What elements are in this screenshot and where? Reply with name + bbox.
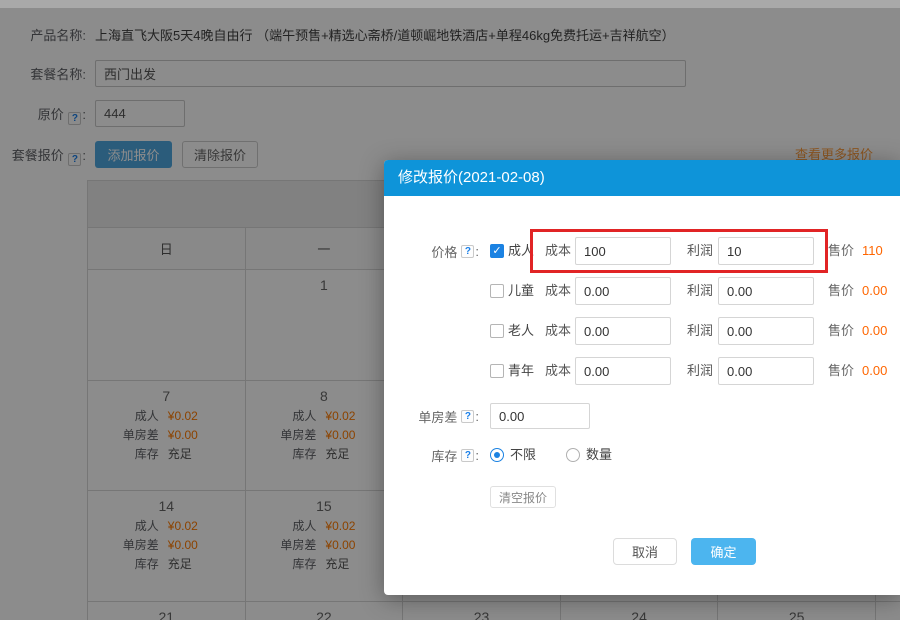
radio-icon[interactable] <box>566 448 580 462</box>
traveler-type-label: 儿童 <box>508 277 534 305</box>
adult-sale-price: 110 <box>862 237 883 265</box>
traveler-type-label: 成人 <box>508 237 534 265</box>
youth-cost-input[interactable] <box>575 357 671 385</box>
price-row-child: 儿童 成本 利润 售价 0.00 <box>384 277 900 305</box>
stock-option-quantity[interactable]: 数量 <box>566 442 612 468</box>
single-diff-label: 单房差?: <box>384 403 479 429</box>
child-cost-input[interactable] <box>575 277 671 305</box>
traveler-type-label: 青年 <box>508 357 534 385</box>
adult-cost-input[interactable] <box>575 237 671 265</box>
elderly-sale-price: 0.00 <box>862 317 887 345</box>
elderly-profit-input[interactable] <box>718 317 814 345</box>
profit-label: 利润 <box>687 277 713 305</box>
stock-label: 库存?: <box>384 442 479 468</box>
single-diff-input[interactable] <box>490 403 590 429</box>
clear-quote-modal-button[interactable]: 清空报价 <box>490 486 556 508</box>
sale-price-label: 售价 <box>828 357 854 385</box>
cost-label: 成本 <box>545 317 571 345</box>
child-sale-price: 0.00 <box>862 277 887 305</box>
price-row-adult: 价格?: ✓ 成人 成本 利润 售价 110 <box>384 237 900 265</box>
confirm-button[interactable]: 确定 <box>691 538 756 565</box>
cancel-button[interactable]: 取消 <box>613 538 677 565</box>
adult-checkbox[interactable]: ✓ <box>490 244 504 258</box>
price-row-elderly: 老人 成本 利润 售价 0.00 <box>384 317 900 345</box>
sale-price-label: 售价 <box>828 277 854 305</box>
help-icon[interactable]: ? <box>461 449 474 462</box>
youth-sale-price: 0.00 <box>862 357 887 385</box>
stock-option-unlimited[interactable]: 不限 <box>490 442 536 468</box>
cost-label: 成本 <box>545 357 571 385</box>
youth-profit-input[interactable] <box>718 357 814 385</box>
cost-label: 成本 <box>545 277 571 305</box>
price-label: 价格 <box>431 242 457 261</box>
help-icon[interactable]: ? <box>461 245 474 258</box>
profit-label: 利润 <box>687 237 713 265</box>
modal-title: 修改报价(2021-02-08) <box>384 160 900 196</box>
child-checkbox[interactable] <box>490 284 504 298</box>
price-row-youth: 青年 成本 利润 售价 0.00 <box>384 357 900 385</box>
elderly-cost-input[interactable] <box>575 317 671 345</box>
elderly-checkbox[interactable] <box>490 324 504 338</box>
checkmark-icon: ✓ <box>492 245 501 257</box>
adult-profit-input[interactable] <box>718 237 814 265</box>
help-icon[interactable]: ? <box>461 410 474 423</box>
profit-label: 利润 <box>687 317 713 345</box>
pricing-page: 产品名称: 上海直飞大阪5天4晚自由行 （端午预售+精选心斋桥/道顿崛地铁酒店+… <box>0 0 900 620</box>
traveler-type-label: 老人 <box>508 317 534 345</box>
edit-quote-modal: 修改报价(2021-02-08) 价格?: ✓ 成人 成本 利润 售价 110 … <box>384 160 900 595</box>
profit-label: 利润 <box>687 357 713 385</box>
youth-checkbox[interactable] <box>490 364 504 378</box>
radio-icon[interactable] <box>490 448 504 462</box>
sale-price-label: 售价 <box>828 317 854 345</box>
top-edge-strip <box>0 0 900 8</box>
cost-label: 成本 <box>545 237 571 265</box>
sale-price-label: 售价 <box>828 237 854 265</box>
child-profit-input[interactable] <box>718 277 814 305</box>
